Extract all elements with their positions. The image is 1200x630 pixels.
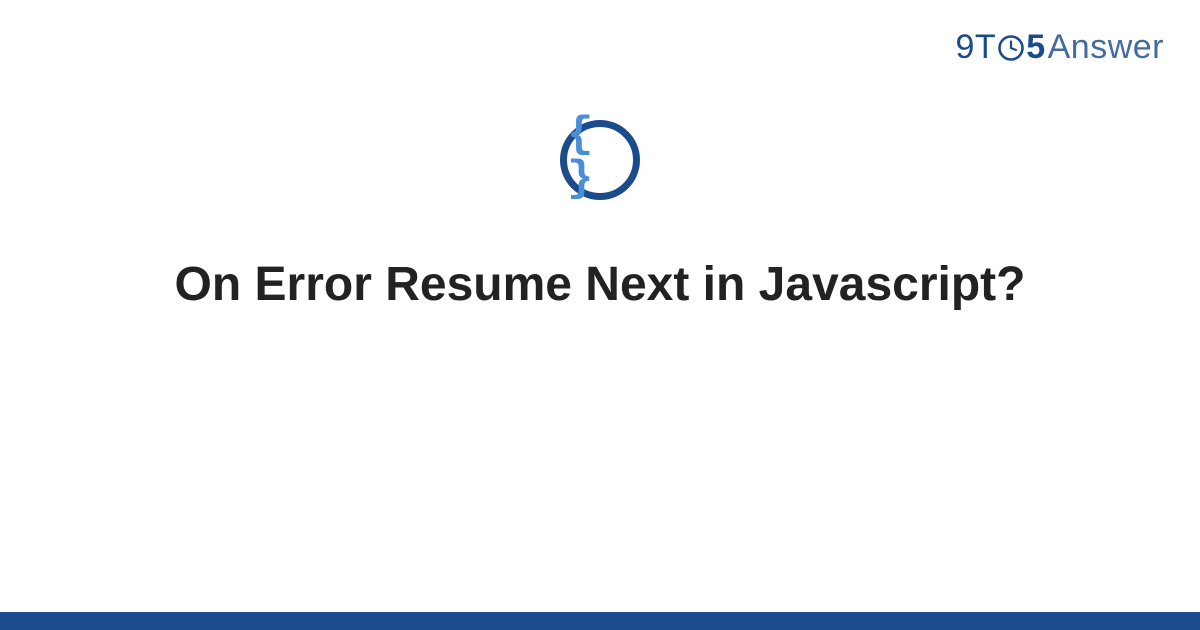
social-card: 9T 5 Answer { } On Error Resume Next in … xyxy=(0,0,1200,630)
content-area: { } On Error Resume Next in Javascript? xyxy=(0,120,1200,315)
footer-bar xyxy=(0,612,1200,630)
category-badge: { } xyxy=(560,120,640,200)
logo-text-5: 5 xyxy=(1026,28,1045,67)
code-braces-icon: { } xyxy=(567,113,633,201)
site-logo: 9T 5 Answer xyxy=(956,28,1164,67)
logo-text-9t: 9T xyxy=(956,28,997,67)
logo-clock-o-icon xyxy=(997,34,1025,62)
question-title: On Error Resume Next in Javascript? xyxy=(175,254,1026,315)
logo-text-answer: Answer xyxy=(1048,28,1164,67)
